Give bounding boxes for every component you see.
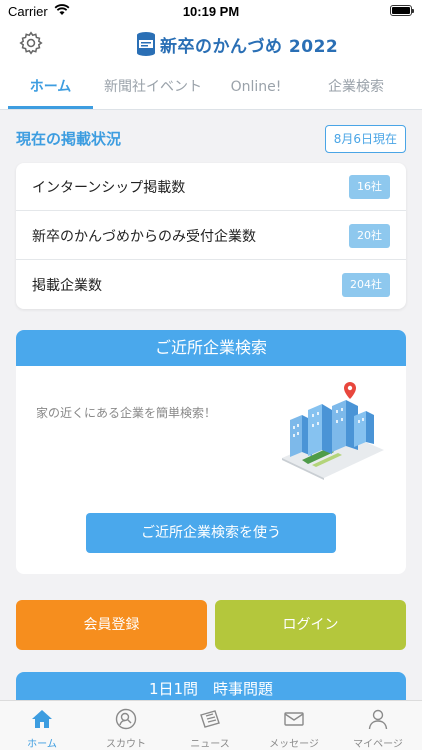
tabbar-label: ニュース: [190, 739, 230, 750]
section-title: 現在の掲載状況: [16, 130, 122, 148]
logo-text: 新卒のかんづめ 2022: [160, 36, 339, 57]
nearby-heading: ご近所企業検索: [16, 330, 406, 366]
login-button[interactable]: ログイン: [215, 600, 406, 650]
gear-icon[interactable]: [18, 30, 44, 56]
stat-row-companies[interactable]: 掲載企業数 204社: [16, 261, 406, 309]
tabbar-item-home[interactable]: ホーム: [0, 701, 84, 750]
tabbar-item-scout[interactable]: スカウト: [84, 701, 168, 750]
mail-icon: [284, 712, 304, 726]
tab-home[interactable]: ホーム: [8, 66, 93, 110]
status-bar: Carrier 10:19 PM: [0, 0, 422, 22]
stats-card: インターンシップ掲載数 16社 新卒のかんづめからのみ受付企業数 20社 掲載企…: [16, 163, 406, 309]
stat-label: 新卒のかんづめからのみ受付企業数: [32, 229, 256, 245]
clock: 10:19 PM: [182, 4, 240, 19]
nearby-search-button[interactable]: ご近所企業検索を使う: [86, 513, 336, 553]
date-badge: 8月6日現在: [324, 125, 406, 153]
nearby-description: 家の近くにある企業を簡単検索！: [36, 406, 217, 420]
tabbar-label: ホーム: [27, 739, 57, 750]
bottom-tab-bar: ホーム スカウト ニュース メッセージ マイページ: [0, 700, 422, 750]
app-logo: 新卒のかんづめ 2022: [136, 29, 338, 59]
stat-row-exclusive[interactable]: 新卒のかんづめからのみ受付企業数 20社: [16, 212, 406, 260]
nearby-search-card: ご近所企業検索 家の近くにある企業を簡単検索！ ご近所企業検索を使う: [16, 330, 406, 574]
stat-label: 掲載企業数: [32, 278, 102, 294]
stat-count-badge: 204社: [342, 273, 390, 297]
news-icon: [200, 710, 220, 728]
tabbar-item-message[interactable]: メッセージ: [252, 701, 336, 750]
tab-newspaper-events[interactable]: 新聞社イベント: [100, 66, 206, 110]
battery-icon: [390, 5, 414, 16]
home-icon: [32, 710, 52, 728]
tabbar-item-mypage[interactable]: マイページ: [336, 701, 420, 750]
scout-icon: [115, 708, 137, 730]
tab-active-indicator: [8, 106, 93, 109]
top-tabs: ホーム 新聞社イベント Online! 企業検索: [0, 66, 422, 110]
stat-count-badge: 16社: [349, 175, 390, 199]
tabbar-item-news[interactable]: ニュース: [168, 701, 252, 750]
app-header: 新卒のかんづめ 2022: [0, 22, 422, 66]
tabbar-label: マイページ: [353, 739, 403, 750]
person-icon: [368, 709, 388, 730]
tab-company-search[interactable]: 企業検索: [316, 66, 396, 110]
tab-online[interactable]: Online!: [216, 66, 296, 110]
register-button[interactable]: 会員登録: [16, 600, 207, 650]
tabbar-label: スカウト: [106, 739, 146, 750]
city-illustration-icon: [282, 382, 384, 480]
can-logo-icon: [137, 32, 155, 56]
stat-row-internship[interactable]: インターンシップ掲載数 16社: [16, 163, 406, 211]
tabbar-label: メッセージ: [269, 739, 319, 750]
stat-label: インターンシップ掲載数: [32, 180, 186, 196]
stat-count-badge: 20社: [349, 224, 390, 248]
